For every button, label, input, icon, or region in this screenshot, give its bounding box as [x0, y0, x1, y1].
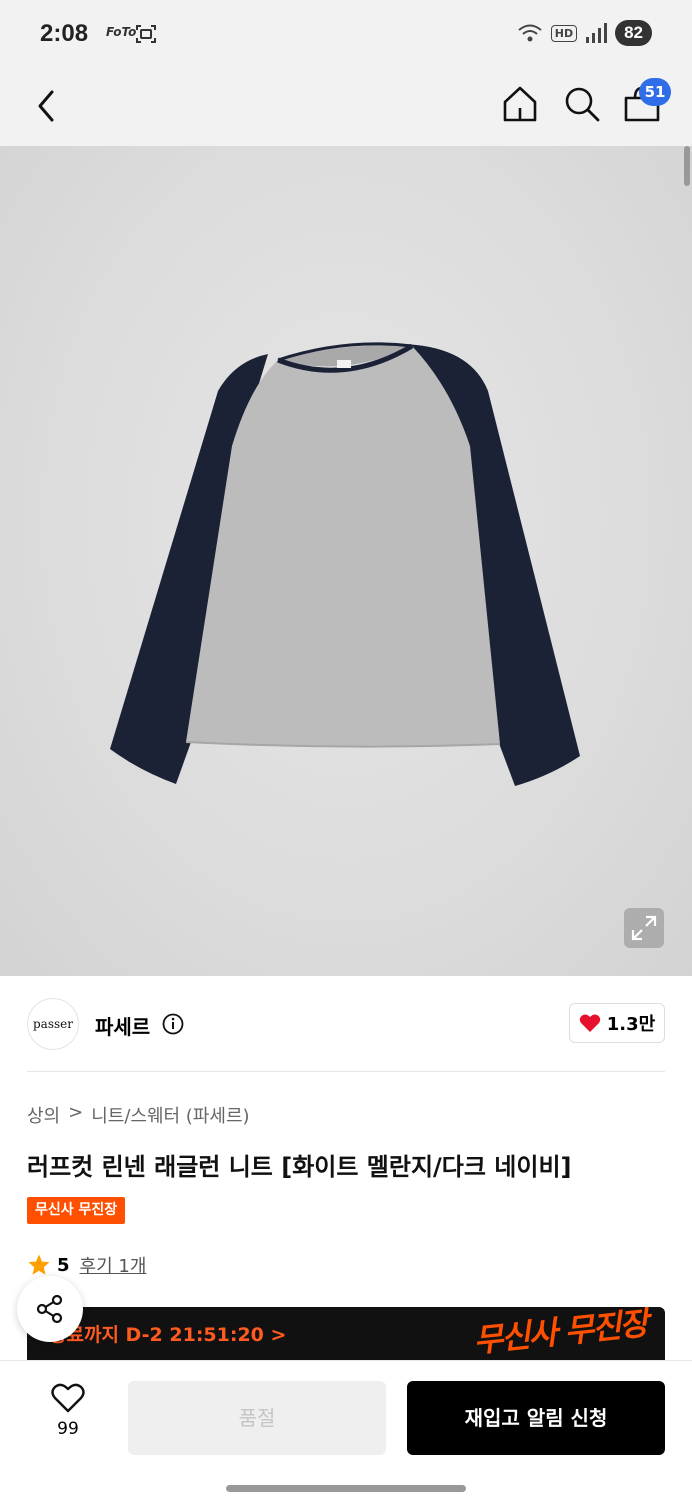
app-header: [0, 70, 692, 146]
status-bar: 2:08 FoTo HD 82: [0, 0, 692, 70]
bottom-action-bar: 99 품절 재입고 알림 신청: [0, 1360, 692, 1500]
brand-like-count: 1.3만: [606, 1014, 656, 1035]
expand-image-button[interactable]: [624, 908, 664, 948]
wifi-icon: [518, 24, 542, 42]
heart-outline-icon: [51, 1383, 85, 1413]
sweater-illustration: [110, 342, 580, 786]
search-button[interactable]: [562, 84, 602, 124]
info-icon[interactable]: [162, 1013, 184, 1035]
battery-indicator: 82: [615, 20, 652, 46]
brand-logo[interactable]: passer: [27, 998, 79, 1050]
rating-score: 5: [57, 1254, 70, 1276]
wishlist-count: 99: [57, 1419, 79, 1439]
breadcrumb-separator: >: [68, 1102, 84, 1123]
notification-app-label: FoTo: [106, 25, 137, 39]
status-right-group: HD 82: [517, 20, 652, 46]
hd-indicator: HD: [550, 24, 578, 42]
back-button[interactable]: [32, 86, 64, 126]
expand-icon: [631, 915, 657, 941]
product-image[interactable]: [0, 146, 692, 976]
cart-count-badge: 51: [639, 78, 671, 106]
breadcrumb-category[interactable]: 상의: [27, 1102, 60, 1128]
review-link[interactable]: 후기 1개: [80, 1252, 147, 1278]
share-button[interactable]: [17, 1276, 83, 1342]
event-countdown: 종료까지 D-2 21:51:20 >: [49, 1324, 287, 1346]
event-logo: 무신사 무진장: [471, 1307, 649, 1360]
home-button[interactable]: [502, 84, 538, 124]
status-time: 2:08: [40, 20, 89, 47]
page-scrollbar[interactable]: [684, 146, 690, 186]
section-divider: [27, 1071, 665, 1072]
star-icon: [28, 1254, 50, 1275]
heart-filled-icon: [579, 1014, 601, 1032]
event-banner[interactable]: 종료까지 D-2 21:51:20 > 무신사 무진장: [27, 1307, 665, 1360]
rating-row: 5 후기 1개: [27, 1252, 146, 1278]
brand-name[interactable]: 파세르: [95, 1011, 150, 1040]
screenshot-icon: [136, 25, 156, 43]
soldout-button[interactable]: 품절: [128, 1381, 386, 1455]
breadcrumb-subcategory[interactable]: 니트/스웨터 (파세르): [91, 1102, 249, 1128]
home-indicator[interactable]: [226, 1485, 466, 1492]
restock-alert-button[interactable]: 재입고 알림 신청: [407, 1381, 665, 1455]
product-title: 러프컷 린넨 래글런 니트 [화이트 멜란지/다크 네이비]: [27, 1153, 572, 1181]
breadcrumb: 상의 > 니트/스웨터 (파세르): [27, 1102, 250, 1128]
promo-badge: 무신사 무진장: [27, 1197, 126, 1224]
share-icon: [36, 1294, 63, 1324]
signal-icon: [586, 23, 608, 43]
brand-like-button[interactable]: 1.3만: [569, 1003, 665, 1043]
wishlist-button[interactable]: 99: [44, 1383, 92, 1449]
